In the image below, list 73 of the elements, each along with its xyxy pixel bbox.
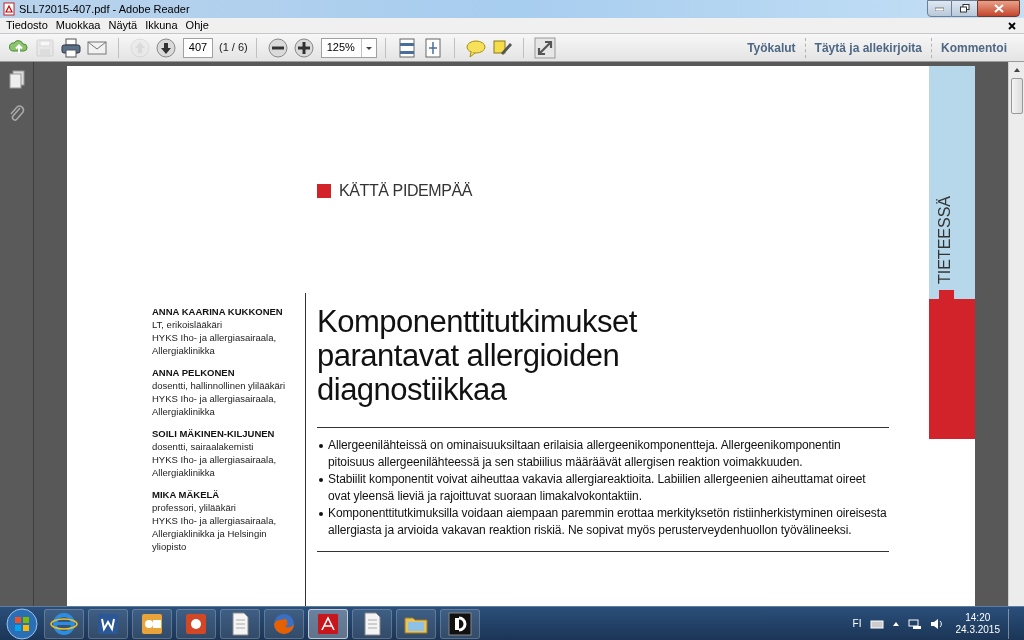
bullet-icon [319,478,323,482]
menu-item[interactable]: Tiedosto [2,17,52,34]
author-detail: yliopisto [152,540,188,553]
menu-item[interactable]: Näytä [104,17,142,34]
start-button-icon[interactable] [6,607,38,640]
print-icon[interactable] [60,36,82,59]
menu-item[interactable]: Ikkuna [141,17,182,34]
show-hidden-icons-icon[interactable] [891,620,900,627]
menu-item[interactable]: Muokkaa [51,17,105,34]
author-detail: professori, ylilääkäri [152,501,237,514]
bullet-text: Allergeenilähteissä on ominaisuuksiltaan erilaisia allergeenikomponentteja. Allergeenikomponentin pitoisuus allergeenilähteessä ja sen stabiilius määräävät allergisen reaktion voimakkuuden. [328,437,842,471]
pdf-app-icon[interactable] [308,608,348,639]
section-label: KÄTTÄ PIDEMPÄÄ [339,181,473,201]
page-count: (1 / 6) [219,40,248,56]
author-detail: LT, erikoislääkäri [152,318,224,331]
close-button[interactable] [977,0,1020,17]
paperclip-icon[interactable] [7,104,26,124]
speaker-icon[interactable] [929,617,944,630]
folder-icon[interactable] [396,608,436,639]
page-number-field[interactable]: 407 [183,37,213,58]
author-detail: Allergiaklinikka ja Helsingin [152,527,268,540]
down-arrow-icon[interactable] [155,36,177,59]
author-detail: dosentti, hallinnollinen ylilääkäri [152,379,287,392]
author-name: ANNA PELKONEN [152,366,236,379]
author-name: ANNA KAARINA KUKKONEN [152,305,284,318]
restore-icon [959,4,970,13]
article-heading: Komponenttitutkimukset parantavat allergioiden diagnostiikkaa [317,305,638,407]
author-detail: Allergiaklinikka [152,405,216,418]
square-marker [317,184,331,198]
side-tab-label: TIETEESSÄ [936,196,954,285]
bullet-text: Stabiilit komponentit voivat aiheuttaa vakavia allergiareaktioita. Labiilien allergeenien aiheuttamat oireet ovat yleensä lieviä ja rajoittuvat suoraan limakalvokontaktiin. [328,471,867,505]
up-arrow-icon[interactable] [1012,66,1021,74]
zoom-in-icon[interactable] [292,36,315,59]
zoom-out-icon[interactable] [266,36,289,59]
word-icon[interactable] [88,608,128,639]
author-detail: HYKS Iho- ja allergiasairaala, [152,453,278,466]
slides-app-icon[interactable] [176,608,216,639]
bullet-icon [319,512,323,516]
mail-app-icon[interactable] [132,608,172,639]
restore-button[interactable] [952,0,977,17]
minimize-icon [935,6,944,11]
author-detail: Allergiaklinikka [152,344,216,357]
bullet-text: Komponenttitutkimuksilla voidaan aiempaan paremmin erottaa merkityksetön ristiinherkistyminen oireisesta allergiasta ja arvioida vakavan reaktion riskiä. Ne sopivat myös perusterveydenhuollon työvälineeksi. [328,505,888,539]
author-detail: HYKS Iho- ja allergiasairaala, [152,392,278,405]
author-detail: HYKS Iho- ja allergiasairaala, [152,514,278,527]
document-icon[interactable] [220,608,260,639]
pdf-file-icon [2,2,16,16]
scroll-thumb[interactable] [1010,78,1023,114]
bullet-icon [319,444,323,448]
network-icon[interactable] [907,617,922,630]
document-icon[interactable] [352,608,392,639]
author-name: SOILI MÄKINEN-KILJUNEN [152,427,276,440]
panel-tab[interactable]: Täytä ja allekirjoita [805,38,931,57]
language-indicator[interactable]: FI [852,616,862,631]
author-detail: HYKS Iho- ja allergiasairaala, [152,331,278,344]
clock-date[interactable]: 24.3.2015 [955,623,1000,636]
menu-item[interactable]: Ohje [181,17,213,34]
pages-icon[interactable] [7,70,26,90]
author-name: MIKA MÄKELÄ [152,488,221,501]
close-icon[interactable] [1008,22,1016,30]
letter-tile-icon[interactable] [440,608,480,639]
zoom-dropdown[interactable]: 125% [320,37,377,58]
panel-tab[interactable]: Kommentoi [932,38,1016,57]
panel-tab[interactable]: Työkalut [738,38,805,57]
window-title: SLL72015-407.pdf - Adobe Reader [19,1,190,17]
scrollbar[interactable] [1008,62,1024,606]
browser-icon[interactable] [44,608,84,639]
expand-icon[interactable] [533,36,556,59]
clock-time[interactable]: 14:20 [965,611,991,624]
author-detail: dosentti, sairaalakemisti [152,440,255,453]
author-detail: Allergiaklinikka [152,466,216,479]
close-icon [993,4,1004,13]
keyboard-icon[interactable] [869,618,884,629]
